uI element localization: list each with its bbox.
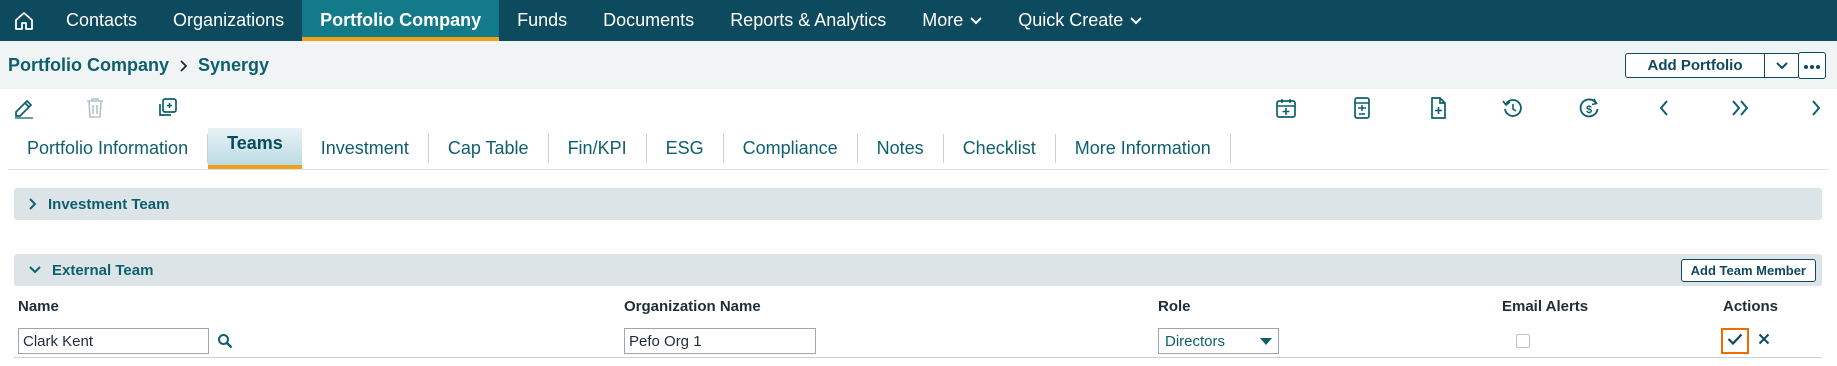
tab-compliance[interactable]: Compliance bbox=[724, 134, 858, 163]
history-icon[interactable] bbox=[1500, 95, 1526, 121]
nav-portfolio-company-label: Portfolio Company bbox=[320, 10, 482, 30]
top-navigation: Contacts Organizations Portfolio Company… bbox=[0, 0, 1837, 41]
column-header-organization-name: Organization Name bbox=[624, 298, 761, 315]
chevron-down-icon bbox=[970, 16, 982, 25]
nav-organizations[interactable]: Organizations bbox=[155, 0, 302, 41]
copy-icon[interactable] bbox=[154, 95, 180, 121]
nav-reports-analytics-label: Reports & Analytics bbox=[730, 10, 887, 30]
nav-funds[interactable]: Funds bbox=[499, 0, 585, 41]
breadcrumb-portfolio-company[interactable]: Portfolio Company bbox=[8, 55, 169, 76]
tab-investment[interactable]: Investment bbox=[302, 134, 429, 163]
nav-contacts-label: Contacts bbox=[66, 10, 138, 30]
nav-reports-analytics[interactable]: Reports & Analytics bbox=[712, 0, 904, 41]
chevron-left-icon[interactable] bbox=[1651, 95, 1677, 121]
currency-cycle-icon[interactable]: $ bbox=[1576, 95, 1602, 121]
tab-teams[interactable]: Teams bbox=[208, 128, 302, 169]
add-team-member-button[interactable]: Add Team Member bbox=[1680, 259, 1816, 282]
nav-more-label: More bbox=[922, 10, 964, 30]
chevron-down-icon bbox=[1776, 57, 1788, 75]
edit-icon[interactable] bbox=[11, 95, 37, 121]
document-add-icon[interactable] bbox=[1425, 95, 1451, 121]
nav-quick-create-label: Quick Create bbox=[1018, 10, 1124, 30]
tab-esg[interactable]: ESG bbox=[647, 134, 724, 163]
breadcrumb: Portfolio Company Synergy bbox=[8, 55, 269, 76]
nav-documents-label: Documents bbox=[603, 10, 695, 30]
external-team-section-header[interactable]: External Team Add Team Member bbox=[14, 254, 1822, 286]
cancel-row-button[interactable] bbox=[1754, 328, 1774, 354]
chevron-right-icon[interactable] bbox=[1803, 95, 1829, 121]
column-header-actions: Actions bbox=[1723, 298, 1779, 315]
search-icon[interactable] bbox=[217, 333, 233, 354]
tab-more-information[interactable]: More Information bbox=[1056, 134, 1231, 163]
caret-down-icon bbox=[1260, 337, 1272, 345]
record-toolbar: $ bbox=[0, 89, 1837, 125]
role-select-value: Directors bbox=[1165, 332, 1226, 350]
record-tabs: Portfolio Information Teams Investment C… bbox=[8, 128, 1829, 170]
nav-quick-create[interactable]: Quick Create bbox=[1000, 0, 1160, 41]
table-row: Clark Kent Pefo Org 1 Directors bbox=[14, 326, 1822, 358]
nav-more[interactable]: More bbox=[904, 0, 1000, 41]
calendar-add-icon[interactable] bbox=[1273, 95, 1299, 121]
name-input[interactable]: Clark Kent bbox=[18, 328, 209, 354]
chevron-down-icon bbox=[1130, 16, 1143, 25]
tab-portfolio-information[interactable]: Portfolio Information bbox=[8, 134, 209, 163]
chevron-right-icon bbox=[179, 59, 188, 73]
investment-team-title: Investment Team bbox=[48, 195, 170, 213]
more-options-button[interactable] bbox=[1798, 52, 1826, 79]
checkmark-icon bbox=[1727, 332, 1743, 350]
role-select[interactable]: Directors bbox=[1158, 328, 1279, 354]
nav-portfolio-company[interactable]: Portfolio Company bbox=[302, 0, 500, 41]
tab-checklist[interactable]: Checklist bbox=[944, 134, 1056, 163]
add-portfolio-dropdown[interactable] bbox=[1764, 54, 1799, 77]
organization-name-input[interactable]: Pefo Org 1 bbox=[624, 328, 816, 354]
save-row-button[interactable] bbox=[1721, 328, 1749, 354]
page-header: Portfolio Company Synergy Add Portfolio bbox=[0, 41, 1837, 89]
nav-contacts[interactable]: Contacts bbox=[48, 0, 155, 41]
nav-documents[interactable]: Documents bbox=[585, 0, 712, 41]
calculator-icon[interactable] bbox=[1349, 95, 1375, 121]
tab-fin-kpi[interactable]: Fin/KPI bbox=[549, 134, 647, 163]
tab-notes[interactable]: Notes bbox=[858, 134, 944, 163]
investment-team-section-header[interactable]: Investment Team bbox=[14, 188, 1822, 220]
delete-icon[interactable] bbox=[82, 95, 108, 121]
column-header-name: Name bbox=[18, 298, 59, 315]
ellipsis-icon bbox=[1803, 57, 1821, 75]
breadcrumb-synergy: Synergy bbox=[198, 55, 270, 75]
chevron-down-icon bbox=[28, 265, 42, 275]
chevron-right-icon bbox=[28, 197, 38, 211]
nav-funds-label: Funds bbox=[517, 10, 568, 30]
close-icon bbox=[1758, 332, 1770, 350]
home-icon[interactable] bbox=[0, 0, 48, 41]
external-team-title: External Team bbox=[52, 261, 154, 279]
column-header-role: Role bbox=[1158, 298, 1191, 315]
svg-text:$: $ bbox=[1586, 104, 1592, 116]
add-portfolio-split-button: Add Portfolio bbox=[1625, 53, 1800, 78]
external-team-table-header: Name Organization Name Role Email Alerts… bbox=[14, 295, 1822, 317]
column-header-email-alerts: Email Alerts bbox=[1502, 298, 1589, 315]
tab-cap-table[interactable]: Cap Table bbox=[429, 134, 549, 163]
nav-organizations-label: Organizations bbox=[173, 10, 285, 30]
double-chevron-right-icon[interactable] bbox=[1727, 95, 1753, 121]
email-alerts-checkbox[interactable] bbox=[1516, 334, 1530, 348]
add-portfolio-button[interactable]: Add Portfolio bbox=[1626, 54, 1764, 77]
